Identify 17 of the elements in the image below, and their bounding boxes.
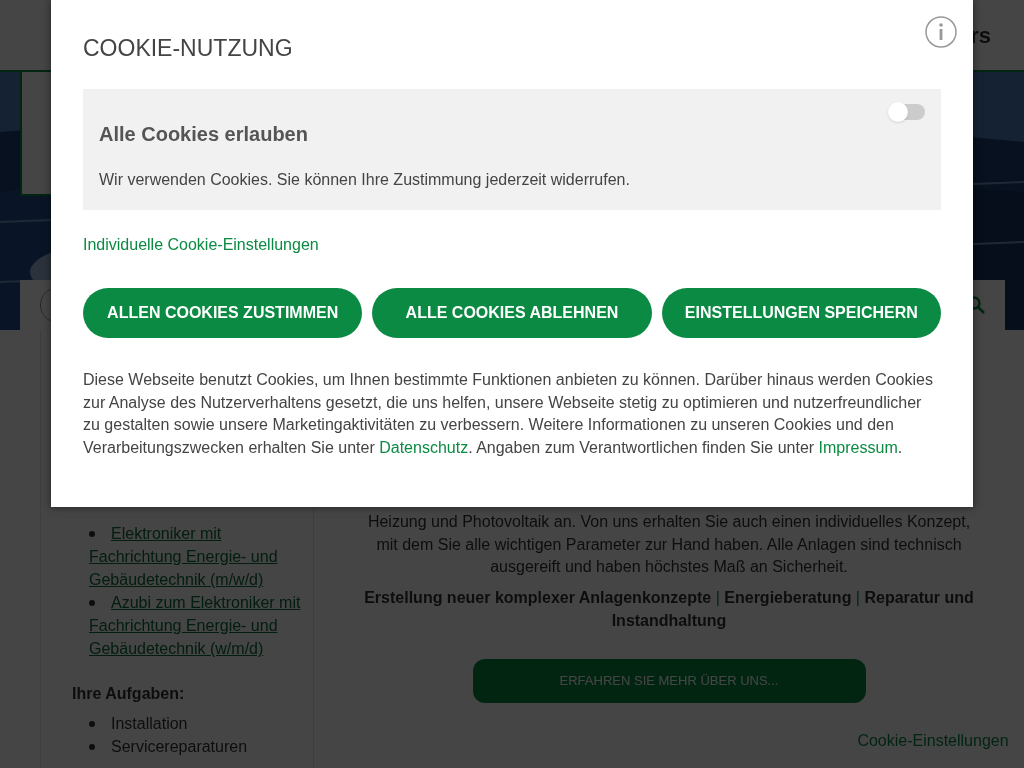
- cookie-button[interactable]: EINSTELLUNGEN SPEICHERN: [661, 288, 941, 338]
- task-item: Installation: [111, 714, 188, 734]
- info-icon[interactable]: [925, 16, 957, 48]
- services-line: Erstellung neuer komplexer Anlagenkonzepte | Energieberatung | Reparatur und Instandhaltung: [363, 587, 975, 631]
- task-item: Servicereparaturen: [111, 737, 248, 757]
- cookie-button[interactable]: ALLE COOKIES ABLEHNEN: [372, 288, 652, 338]
- cookie-notice: Diese Webseite benutzt Cookies, um Ihnen bestimmte Funktionen anbieten zu können. Darüber hinaus werden Cookies zur Analyse des Nutzerverhaltens gesetzt, die uns helfen, unsere Webseite stetig zu optimieren und nutzerfreundlicher zu gestalten sowie unsere Marketingaktivitäten zu verbessern. Weitere Informationen zu unseren Cookies und den Verarbeitungszwecken erhalten Sie unter Datenschutz. Angaben zum Verantwortlichen finden Sie unter Impressum.: [83, 370, 934, 458]
- panel-heading: Alle Cookies erlauben: [99, 122, 309, 146]
- individual-settings-link[interactable]: Individuelle Cookie-Einstellungen: [83, 234, 319, 256]
- panel-description: Wir verwenden Cookies. Sie können Ihre Zustimmung jederzeit widerrufen.: [99, 170, 631, 190]
- intro-paragraph: Heizung und Photovoltaik an. Von uns erhalten Sie auch einen individuelles Konzept, mit dem Sie alle wichtigen Parameter zur Hand haben. Alle Anlagen sind technisch ausgereift und haben höchstes Maß an Sicherheit.: [366, 512, 972, 577]
- notice-link[interactable]: Datenschutz: [379, 438, 469, 456]
- dialog-title: COOKIE-NUTZUNG: [83, 34, 294, 62]
- notice-link[interactable]: Impressum: [818, 438, 898, 456]
- cookie-button[interactable]: ALLEN COOKIES ZUSTIMMEN: [83, 288, 363, 338]
- toggle-switch[interactable]: [890, 104, 925, 120]
- section-heading: Ihre Aufgaben:: [72, 684, 186, 704]
